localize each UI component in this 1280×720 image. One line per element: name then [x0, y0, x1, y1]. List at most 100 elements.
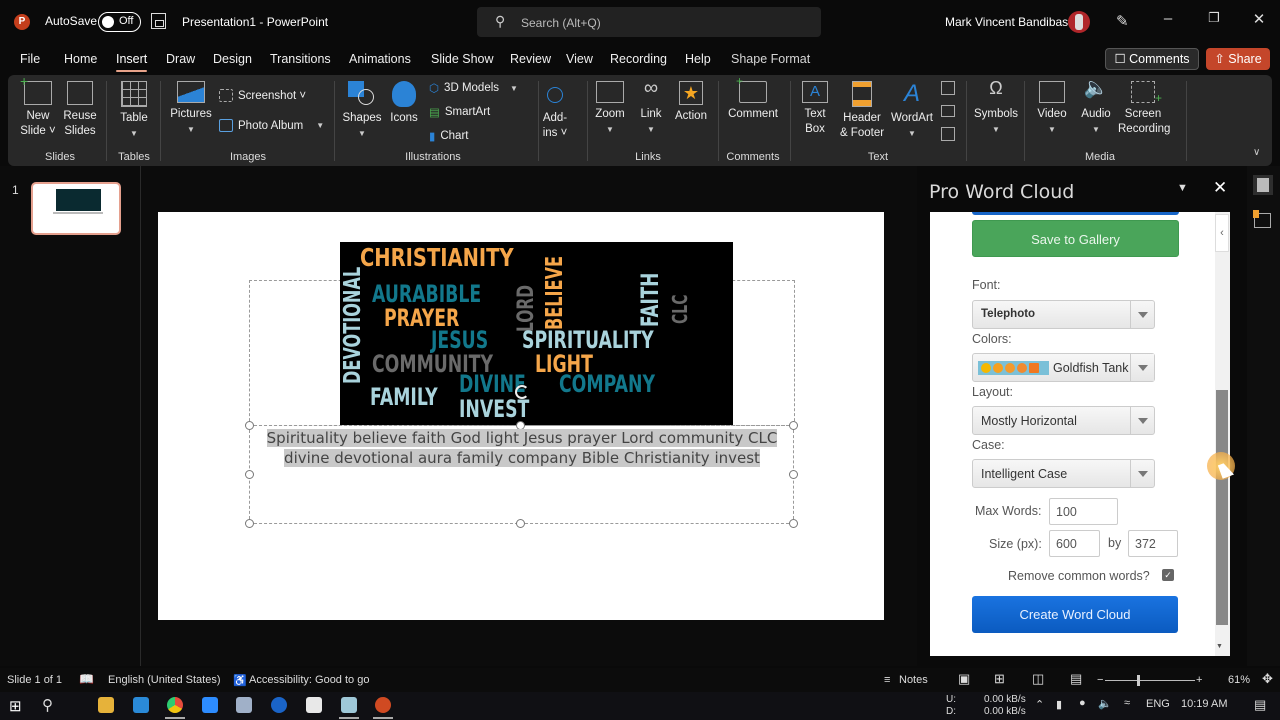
mail-icon[interactable]	[133, 697, 149, 713]
accessibility-status[interactable]: Accessibility: Good to go	[249, 674, 369, 686]
resize-handle[interactable]	[245, 421, 254, 430]
layout-select[interactable]: Mostly Horizontal	[972, 406, 1155, 435]
normal-view-icon[interactable]: ▣	[958, 671, 970, 687]
search-icon[interactable]: ⚲	[42, 696, 53, 714]
notes-button[interactable]: Notes	[899, 674, 928, 686]
slideshow-icon[interactable]: ▤	[1070, 671, 1082, 687]
resize-handle[interactable]	[245, 470, 254, 479]
save-icon[interactable]	[151, 13, 166, 29]
close-button[interactable]: ✕	[1244, 10, 1274, 28]
wifi-icon[interactable]: ≈	[1124, 697, 1130, 709]
photo-album-button[interactable]: Photo Album ▼	[219, 119, 324, 132]
resize-handle[interactable]	[789, 421, 798, 430]
comment-button[interactable]: + Comment	[724, 74, 782, 122]
object-icon[interactable]	[941, 127, 955, 141]
case-select[interactable]: Intelligent Case	[972, 459, 1155, 488]
autosave-toggle[interactable]: Off	[98, 12, 141, 32]
language-status[interactable]: English (United States)	[108, 674, 221, 686]
tab-animations[interactable]: Animations	[349, 52, 411, 66]
zoom-slider[interactable]	[1105, 680, 1195, 681]
icons-button[interactable]: Icons	[386, 81, 422, 126]
smartart-button[interactable]: ▤ SmartArt	[429, 105, 490, 119]
tab-transitions[interactable]: Transitions	[270, 52, 331, 66]
microphone-icon[interactable]: ●	[1079, 697, 1086, 709]
tab-review[interactable]: Review	[510, 52, 551, 66]
text-box-button[interactable]: A Text Box	[796, 81, 834, 137]
comments-button[interactable]: ☐ Comments	[1105, 48, 1199, 70]
action-button[interactable]: ★ Action	[672, 81, 710, 124]
tab-shape-format[interactable]: Shape Format	[731, 52, 810, 66]
app-icon[interactable]	[236, 697, 252, 713]
user-name[interactable]: Mark Vincent Bandibas	[945, 15, 1068, 29]
share-button[interactable]: ⇧ Share	[1206, 48, 1270, 70]
fit-to-window-icon[interactable]: ✥	[1262, 671, 1273, 687]
spelling-book-icon[interactable]: 📖	[79, 672, 94, 686]
resize-handle[interactable]	[245, 519, 254, 528]
tab-home[interactable]: Home	[64, 52, 97, 66]
collapse-ribbon-icon[interactable]: ∨	[1253, 147, 1260, 158]
slide-number-icon[interactable]	[941, 105, 955, 117]
resize-handle[interactable]	[516, 519, 525, 528]
font-select[interactable]: Telephoto	[972, 300, 1155, 329]
store-icon[interactable]	[306, 697, 322, 713]
addin-icon[interactable]	[1253, 210, 1271, 228]
remove-common-checkbox[interactable]: ✓	[1162, 569, 1174, 581]
size-width-input[interactable]: 600	[1049, 530, 1100, 557]
word-cloud-image[interactable]: CHRISTIANITY DEVOTIONAL AURABIBLE PRAYER…	[340, 242, 733, 425]
resize-handle[interactable]	[789, 470, 798, 479]
link-button[interactable]: ∞ Link ▼	[636, 78, 666, 137]
shapes-button[interactable]: Shapes ▼	[342, 81, 382, 141]
tab-recording[interactable]: Recording	[610, 52, 667, 66]
new-slide-button[interactable]: + New Slide ˅	[20, 74, 56, 139]
reading-view-icon[interactable]: ◫	[1032, 671, 1044, 687]
volume-icon[interactable]: 🔈	[1098, 697, 1112, 710]
max-words-input[interactable]: 100	[1049, 498, 1118, 525]
zoom-percent[interactable]: 61%	[1228, 674, 1250, 686]
tab-help[interactable]: Help	[685, 52, 711, 66]
clock[interactable]: 10:19 AM	[1181, 698, 1227, 710]
minimize-button[interactable]: –	[1153, 10, 1183, 27]
previous-button-edge[interactable]	[972, 212, 1179, 215]
audio-button[interactable]: 🔈 Audio ▼	[1076, 78, 1116, 137]
tab-insert[interactable]: Insert	[116, 52, 148, 72]
pictures-button[interactable]: Pictures ▼	[170, 81, 212, 137]
zoom-in-icon[interactable]: +	[1196, 674, 1202, 686]
chart-button[interactable]: ▮ Chart	[429, 129, 468, 143]
slide-thumbnail[interactable]	[31, 182, 121, 235]
tab-draw[interactable]: Draw	[166, 52, 195, 66]
app-icon[interactable]	[271, 697, 287, 713]
colors-select[interactable]: Goldfish Tank	[972, 353, 1155, 382]
powerpoint-taskbar-icon[interactable]	[375, 697, 391, 713]
save-to-gallery-button[interactable]: Save to Gallery	[972, 220, 1179, 257]
header-footer-button[interactable]: Header & Footer	[838, 81, 886, 141]
addins-button[interactable]: Add- ins ˅	[540, 81, 570, 141]
create-word-cloud-button[interactable]: Create Word Cloud	[972, 596, 1178, 633]
video-button[interactable]: Video ▼	[1032, 81, 1072, 137]
zoom-button[interactable]: Zoom ▼	[592, 81, 628, 137]
restore-button[interactable]: ❐	[1199, 10, 1229, 26]
wordart-button[interactable]: A WordArt ▼	[888, 81, 936, 141]
table-button[interactable]: Table ▼	[116, 81, 152, 141]
zoom-out-icon[interactable]: −	[1097, 674, 1103, 686]
rotate-handle[interactable]	[515, 385, 529, 399]
zoom-app-icon[interactable]	[202, 697, 218, 713]
tab-view[interactable]: View	[566, 52, 593, 66]
scroll-down-icon[interactable]: ▼	[1216, 643, 1223, 650]
screenshot-button[interactable]: Screenshot ˅	[219, 89, 306, 102]
search-box[interactable]: ⚲ Search (Alt+Q)	[477, 7, 821, 37]
tray-expand-icon[interactable]: ⌃	[1035, 698, 1044, 711]
task-pane-close-icon[interactable]: ✕	[1213, 178, 1227, 198]
date-time-icon[interactable]	[941, 81, 955, 95]
task-pane-options-icon[interactable]: ▼	[1177, 182, 1188, 194]
reuse-slides-button[interactable]: Reuse Slides	[62, 81, 98, 139]
slide-caption-text[interactable]: Spirituality believe faith God light Jes…	[262, 428, 782, 468]
input-language[interactable]: ENG	[1146, 698, 1170, 710]
avatar[interactable]	[1068, 11, 1090, 33]
file-explorer-icon[interactable]	[98, 697, 114, 713]
scrollbar-thumb[interactable]	[1216, 390, 1228, 625]
pen-icon[interactable]: ✎	[1116, 12, 1129, 30]
symbols-button[interactable]: Ω Symbols ▼	[972, 79, 1020, 137]
zoom-slider-thumb[interactable]	[1137, 675, 1140, 686]
notification-icon[interactable]: ▤	[1254, 697, 1266, 713]
chrome-icon[interactable]	[167, 697, 183, 713]
